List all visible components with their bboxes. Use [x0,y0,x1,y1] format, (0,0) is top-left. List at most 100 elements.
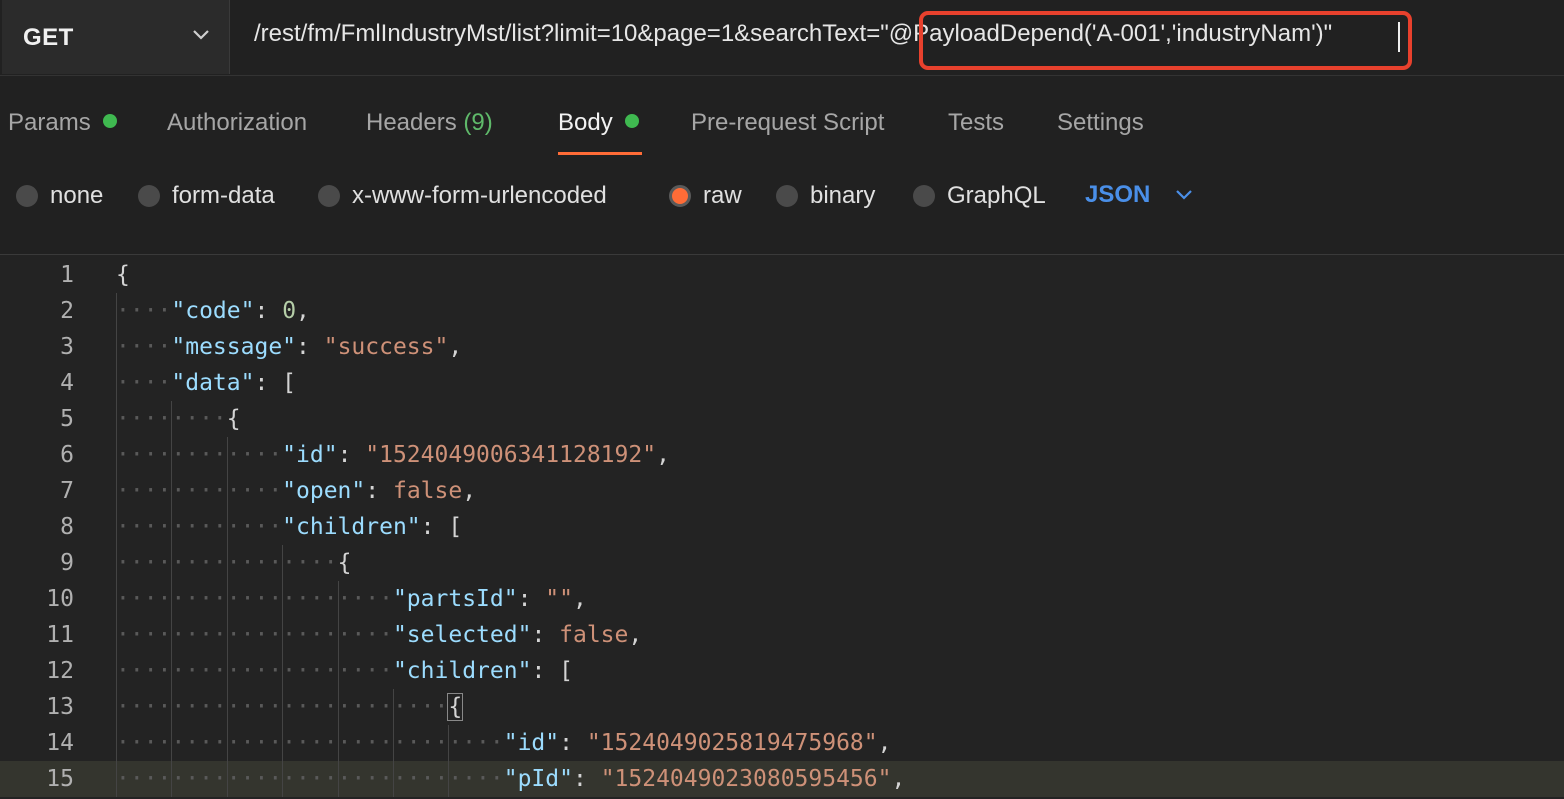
tab-settings[interactable]: Settings [1057,109,1144,137]
json-punctuation: : [517,586,546,612]
tab-authorization[interactable]: Authorization [167,109,307,137]
tab-headers[interactable]: Headers (9) [366,109,493,137]
indent-guide [282,545,284,797]
code-editor[interactable]: 1{2 ····"code": 0, 3 ····"message": "succes… [0,254,1564,799]
indent-guide [448,725,450,797]
json-value: "" [545,586,573,612]
radio-binary[interactable]: binary [776,182,875,210]
json-value: "1524049006341128192" [365,442,657,468]
json-punctuation: , [628,622,643,648]
code-text: ····················"partsId": "", [116,581,587,617]
code-text: ····························"pId": "1524… [116,761,905,797]
line-number: 10 [46,586,74,612]
json-key: "id" [503,730,560,756]
radio-circle-icon [138,185,160,207]
code-line[interactable]: 2 ····"code": 0, [0,293,1564,329]
code-text: ····"data": [ [116,365,296,401]
json-key: "partsId" [392,586,518,612]
json-key: "children" [282,514,421,540]
code-line[interactable]: 12 ····················"children": [ [0,653,1564,689]
code-text: ················{ [116,545,351,581]
json-key: "message" [171,334,297,360]
code-line[interactable]: 15 ····························"pId": "15… [0,761,1564,797]
code-text: ············"id": "1524049006341128192", [116,437,670,473]
chevron-down-icon [1176,190,1193,200]
code-line[interactable]: 8 ············"children": [ [0,509,1564,545]
json-punctuation: { [116,262,130,288]
tab-body[interactable]: Body [558,109,639,137]
tab-params-label: Params [8,109,91,136]
line-number: 14 [46,730,74,756]
json-punctuation: , [462,478,477,504]
whitespace-dots: ···· [116,370,172,396]
line-number: 6 [60,442,74,468]
tab-tests[interactable]: Tests [948,109,1004,137]
url-prefix: /rest/fm/FmlIndustryMst/list?limit=10&pa… [254,20,881,47]
text-cursor [1398,22,1400,52]
code-line[interactable]: 10 ····················"partsId": "", [0,581,1564,617]
code-text: ········{ [116,401,241,437]
indent-guide [337,581,339,797]
highlight-annotation-box [919,11,1412,70]
radio-none[interactable]: none [16,182,103,210]
code-line[interactable]: 1{ [0,257,1564,293]
line-number: 7 [60,478,74,504]
line-number: 12 [46,658,74,684]
radio-x-www-form-urlencoded[interactable]: x-www-form-urlencoded [318,182,607,210]
whitespace-dots: ···························· [116,730,504,756]
method-select[interactable]: GET [2,0,230,74]
json-value: false [392,478,463,504]
json-punctuation: { [337,550,352,576]
code-line[interactable]: 6 ············"id": "1524049006341128192"… [0,437,1564,473]
radio-urlencoded-label: x-www-form-urlencoded [352,182,607,209]
code-line[interactable]: 4 ····"data": [ [0,365,1564,401]
radio-raw[interactable]: raw [669,182,742,210]
radio-circle-icon [776,185,798,207]
json-punctuation: : [254,298,283,324]
tab-params[interactable]: Params [8,109,117,137]
indent-guide [116,293,117,797]
body-status-dot [624,114,639,128]
code-line[interactable]: 11 ····················"selected": false, [0,617,1564,653]
line-number: 11 [46,622,74,648]
json-value: "1524049025819475968" [586,730,878,756]
code-line[interactable]: 13 ························{ [0,689,1564,725]
code-text: ····"message": "success", [116,329,462,365]
json-punctuation: , [572,586,587,612]
code-text: ····················"children": [ [116,653,573,689]
json-punctuation: : [ [420,514,463,540]
json-punctuation: : [559,730,587,756]
whitespace-dots: ···················· [116,586,393,612]
whitespace-dots: ···· [116,334,172,360]
line-number: 2 [60,298,74,324]
code-line[interactable]: 5 ········{ [0,401,1564,437]
format-select[interactable]: JSON [1085,181,1194,209]
json-punctuation: : [ [531,658,573,684]
radio-graphql[interactable]: GraphQL [913,182,1046,210]
indent-guide [226,437,228,797]
json-punctuation: : [ [254,370,297,396]
code-line[interactable]: 7 ············"open": false, [0,473,1564,509]
radio-form-data[interactable]: form-data [138,182,275,210]
indent-guide [171,401,173,797]
whitespace-dots: ···························· [116,766,504,792]
code-line[interactable]: 9 ················{ [0,545,1564,581]
whitespace-dots: ···················· [116,658,393,684]
tab-pre-request-script-label: Pre-request Script [691,109,885,136]
json-punctuation: { [447,693,464,721]
json-value: "1524049023080595456" [600,766,892,792]
json-key: "id" [282,442,338,468]
line-number: 15 [46,766,74,792]
json-key: "selected" [392,622,532,648]
code-text: ····························"id": "15240… [116,725,891,761]
code-line[interactable]: 3 ····"message": "success", [0,329,1564,365]
code-line[interactable]: 14 ····························"id": "152… [0,725,1564,761]
code-text: ············"open": false, [116,473,476,509]
tab-pre-request-script[interactable]: Pre-request Script [691,109,884,137]
line-number: 5 [60,406,74,432]
headers-count: (9) [463,109,493,136]
json-value: 0 [282,298,297,324]
params-status-dot [102,114,117,128]
radio-raw-label: raw [703,182,742,209]
json-punctuation: : [365,478,393,504]
